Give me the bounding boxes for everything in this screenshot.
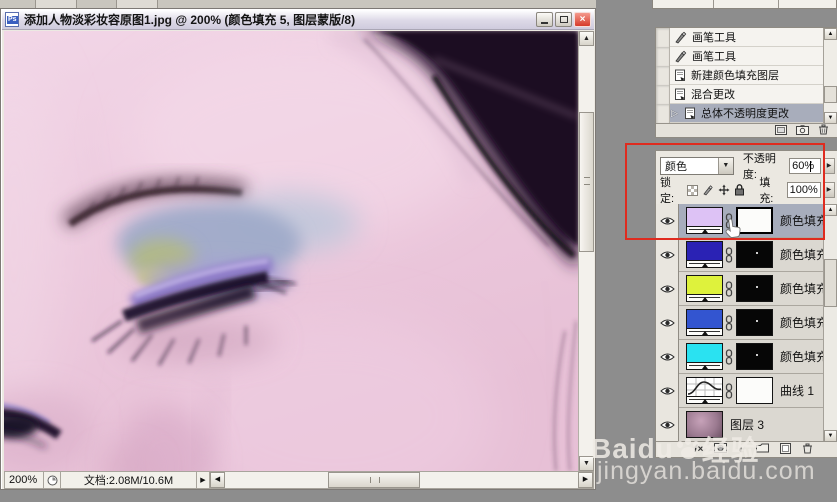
eye-icon	[659, 421, 675, 428]
fill-layer-swatch[interactable]	[686, 309, 723, 336]
layer-row[interactable]: 颜色填充 2	[656, 305, 837, 340]
eye-icon	[659, 285, 675, 292]
fill-layer-swatch[interactable]	[686, 241, 723, 268]
minimize-button[interactable]	[536, 12, 553, 27]
visibility-toggle[interactable]	[656, 237, 679, 272]
history-scroll-thumb[interactable]	[824, 86, 837, 103]
eye-icon	[659, 387, 675, 394]
eye-icon	[659, 353, 675, 360]
scroll-up-icon[interactable]: ▲	[579, 31, 594, 46]
fill-layer-swatch[interactable]	[686, 343, 723, 370]
fill-slider-icon	[687, 328, 722, 335]
layer-mask-thumbnail[interactable]	[736, 377, 773, 404]
trash-icon[interactable]	[802, 443, 813, 457]
scroll-right-icon[interactable]: ▶	[578, 472, 593, 488]
layers-scroll-thumb[interactable]	[824, 259, 837, 307]
document-title: 添加人物淡彩妆容原图1.jpg @ 200% (颜色填充 5, 图层蒙版/8)	[24, 13, 356, 27]
layer-mask-thumbnail[interactable]	[736, 309, 773, 336]
history-state-icon	[674, 69, 686, 82]
scroll-up-icon[interactable]: ▲	[824, 28, 837, 40]
minimize-icon	[541, 22, 548, 24]
zoom-level-field[interactable]: 200%	[4, 471, 44, 489]
new-layer-icon[interactable]	[779, 442, 791, 457]
fill-slider-icon	[687, 362, 722, 369]
scroll-left-icon[interactable]: ◀	[210, 472, 225, 488]
history-scrollbar[interactable]: ▲ ▼	[823, 28, 837, 124]
eye-icon	[659, 319, 675, 326]
new-document-from-state-icon[interactable]	[775, 122, 787, 140]
photo-face-closeup	[4, 31, 578, 471]
toolbar-fragment	[116, 0, 158, 8]
history-state-icon	[684, 107, 696, 120]
document-titlebar[interactable]: 添加人物淡彩妆容原图1.jpg @ 200% (颜色填充 5, 图层蒙版/8) …	[2, 10, 594, 30]
image-canvas[interactable]	[4, 31, 578, 471]
fill-slider-icon	[687, 396, 722, 403]
history-brush-well[interactable]	[656, 84, 670, 104]
layer-mask-thumbnail[interactable]	[736, 275, 773, 302]
history-panel-footer	[656, 123, 837, 137]
layer-mask-thumbnail[interactable]	[736, 241, 773, 268]
curves-icon	[687, 378, 722, 396]
history-state-row[interactable]: 混合更改	[656, 84, 823, 104]
eye-icon	[659, 251, 675, 258]
scroll-up-icon[interactable]: ▲	[824, 204, 837, 216]
history-brush-well[interactable]	[656, 27, 670, 47]
panel-tabs-edge-strip	[652, 0, 837, 9]
new-snapshot-icon[interactable]	[796, 122, 809, 140]
maximize-button[interactable]	[555, 12, 572, 27]
watermark-domain: jingyan.baidu.com	[597, 457, 816, 485]
status-clock-icon	[44, 471, 61, 489]
visibility-toggle[interactable]	[656, 305, 679, 340]
history-state-icon	[674, 88, 686, 101]
link-icon	[723, 348, 735, 365]
brush-icon	[674, 50, 687, 63]
horizontal-scroll-thumb[interactable]	[328, 472, 420, 488]
visibility-toggle[interactable]	[656, 339, 679, 374]
history-state-row-selected[interactable]: ▷ 总体不透明度更改	[656, 103, 823, 123]
document-statusbar: 200% 文档:2.08M/10.6M ▶ ◀ ▶	[4, 471, 594, 489]
layer-row[interactable]: 颜色填充 4	[656, 237, 837, 272]
history-state-row[interactable]: 画笔工具	[656, 27, 823, 47]
trash-icon[interactable]	[818, 122, 829, 140]
document-size-info: 文档:2.08M/10.6M	[61, 471, 197, 489]
history-state-pointer-icon: ▷	[671, 107, 678, 118]
link-icon	[723, 382, 735, 399]
toolbar-edge-strip	[0, 0, 596, 8]
history-brush-well[interactable]	[656, 65, 670, 85]
vertical-scroll-thumb[interactable]	[579, 112, 594, 252]
layers-scrollbar[interactable]: ▲ ▼	[823, 204, 837, 442]
layer-mask-thumbnail[interactable]	[736, 343, 773, 370]
brush-icon	[674, 31, 687, 44]
horizontal-scrollbar[interactable]: ◀ ▶	[210, 471, 594, 489]
document-window: 添加人物淡彩妆容原图1.jpg @ 200% (颜色填充 5, 图层蒙版/8) …	[0, 8, 596, 490]
close-button[interactable]: ×	[574, 12, 591, 27]
close-icon: ×	[579, 14, 586, 25]
fill-slider-icon	[687, 260, 722, 267]
link-icon	[723, 280, 735, 297]
status-flyout-arrow-icon[interactable]: ▶	[197, 471, 210, 489]
photoshop-file-icon	[5, 12, 19, 27]
visibility-toggle[interactable]	[656, 271, 679, 306]
vertical-scrollbar[interactable]: ▲ ▼	[578, 31, 594, 471]
layer-row[interactable]: 颜色填充 3	[656, 271, 837, 306]
history-panel: 画笔工具 画笔工具 新建颜色填充图层 混合更改 ▷ 总体不透明度更改 ▲ ▼	[655, 27, 837, 138]
maximize-icon	[559, 16, 568, 23]
history-state-row[interactable]: 画笔工具	[656, 46, 823, 66]
photoshop-workspace: 添加人物淡彩妆容原图1.jpg @ 200% (颜色填充 5, 图层蒙版/8) …	[0, 0, 837, 502]
layer-row[interactable]: 曲线 1	[656, 373, 837, 408]
toolbar-fragment	[35, 0, 77, 8]
history-state-row[interactable]: 新建颜色填充图层	[656, 65, 823, 85]
layer-row[interactable]: 颜色填充 1	[656, 339, 837, 374]
layer-name[interactable]: 曲线 1	[780, 382, 814, 399]
fill-layer-swatch[interactable]	[686, 275, 723, 302]
link-icon	[723, 314, 735, 331]
link-icon	[723, 246, 735, 263]
fill-slider-icon	[687, 294, 722, 301]
history-brush-well[interactable]	[656, 103, 670, 123]
curves-adjustment-thumbnail[interactable]	[686, 377, 723, 404]
history-brush-well[interactable]	[656, 46, 670, 66]
visibility-toggle[interactable]	[656, 373, 679, 408]
hand-cursor-icon	[723, 216, 743, 244]
scroll-down-icon[interactable]: ▼	[824, 112, 837, 124]
